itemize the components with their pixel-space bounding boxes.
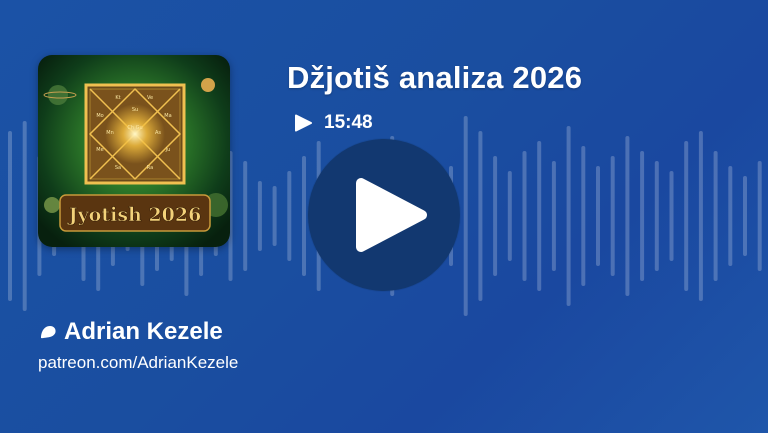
waveform-bar — [610, 156, 615, 276]
chart-label: As — [155, 130, 161, 136]
chart-label: Mn — [106, 130, 113, 136]
waveform-bar — [272, 186, 277, 246]
patreon-link[interactable]: patreon.com/AdrianKezele — [38, 353, 238, 373]
chart-label: Sa — [115, 165, 121, 171]
episode-duration: 15:48 — [324, 112, 373, 133]
chart-label: Ch Gu — [127, 125, 142, 131]
chart-label: Ve — [147, 95, 153, 101]
episode-title: Džjotiš analiza 2026 — [287, 60, 583, 95]
chart-label: Ma — [164, 113, 171, 119]
waveform-bar — [640, 151, 645, 281]
waveform-bar — [22, 121, 27, 311]
waveform-bar — [669, 171, 674, 261]
author-row: Adrian Kezele — [38, 318, 223, 346]
episode-artwork: Kt Ve Su Mo Ma Me Ju Sa Ra Mn Ch Gu As Jyotish 2026 — [38, 55, 230, 247]
waveform-bar — [625, 136, 630, 296]
play-icon — [356, 178, 427, 252]
waveform-bar — [257, 181, 262, 251]
waveform-bar — [287, 171, 292, 261]
waveform-bar — [551, 161, 556, 271]
waveform-bar — [566, 126, 571, 306]
author-name: Adrian Kezele — [64, 318, 223, 345]
waveform-bar — [757, 161, 762, 271]
waveform-bar — [596, 166, 600, 266]
chart-label: Me — [96, 147, 103, 153]
chart-label: Kt — [115, 95, 120, 101]
waveform-bar — [743, 176, 747, 256]
chart-label: Mo — [96, 113, 103, 119]
waveform-bar — [478, 131, 483, 301]
duration-row: 15:48 — [292, 112, 373, 134]
chart-label: Su — [132, 107, 138, 113]
waveform-bar — [507, 171, 512, 261]
waveform-bar — [493, 156, 498, 276]
waveform-bar — [302, 156, 306, 276]
waveform-bar — [243, 161, 248, 271]
waveform-bar — [698, 131, 703, 301]
chart-label: Ra — [147, 165, 153, 171]
waveform-bar — [684, 141, 689, 291]
waveform-bar — [713, 151, 718, 281]
waveform-bar — [463, 116, 468, 316]
patreon-icon — [41, 326, 56, 339]
waveform-bar — [8, 131, 12, 301]
chart-label: Ju — [165, 147, 171, 153]
waveform-bar — [654, 161, 659, 271]
waveform-bar — [537, 141, 542, 291]
waveform-bar — [728, 166, 733, 266]
artwork-caption: Jyotish 2026 — [67, 204, 202, 226]
waveform-bar — [581, 146, 586, 286]
waveform-bar — [522, 151, 527, 281]
play-icon — [295, 114, 312, 132]
play-button[interactable] — [308, 139, 460, 291]
